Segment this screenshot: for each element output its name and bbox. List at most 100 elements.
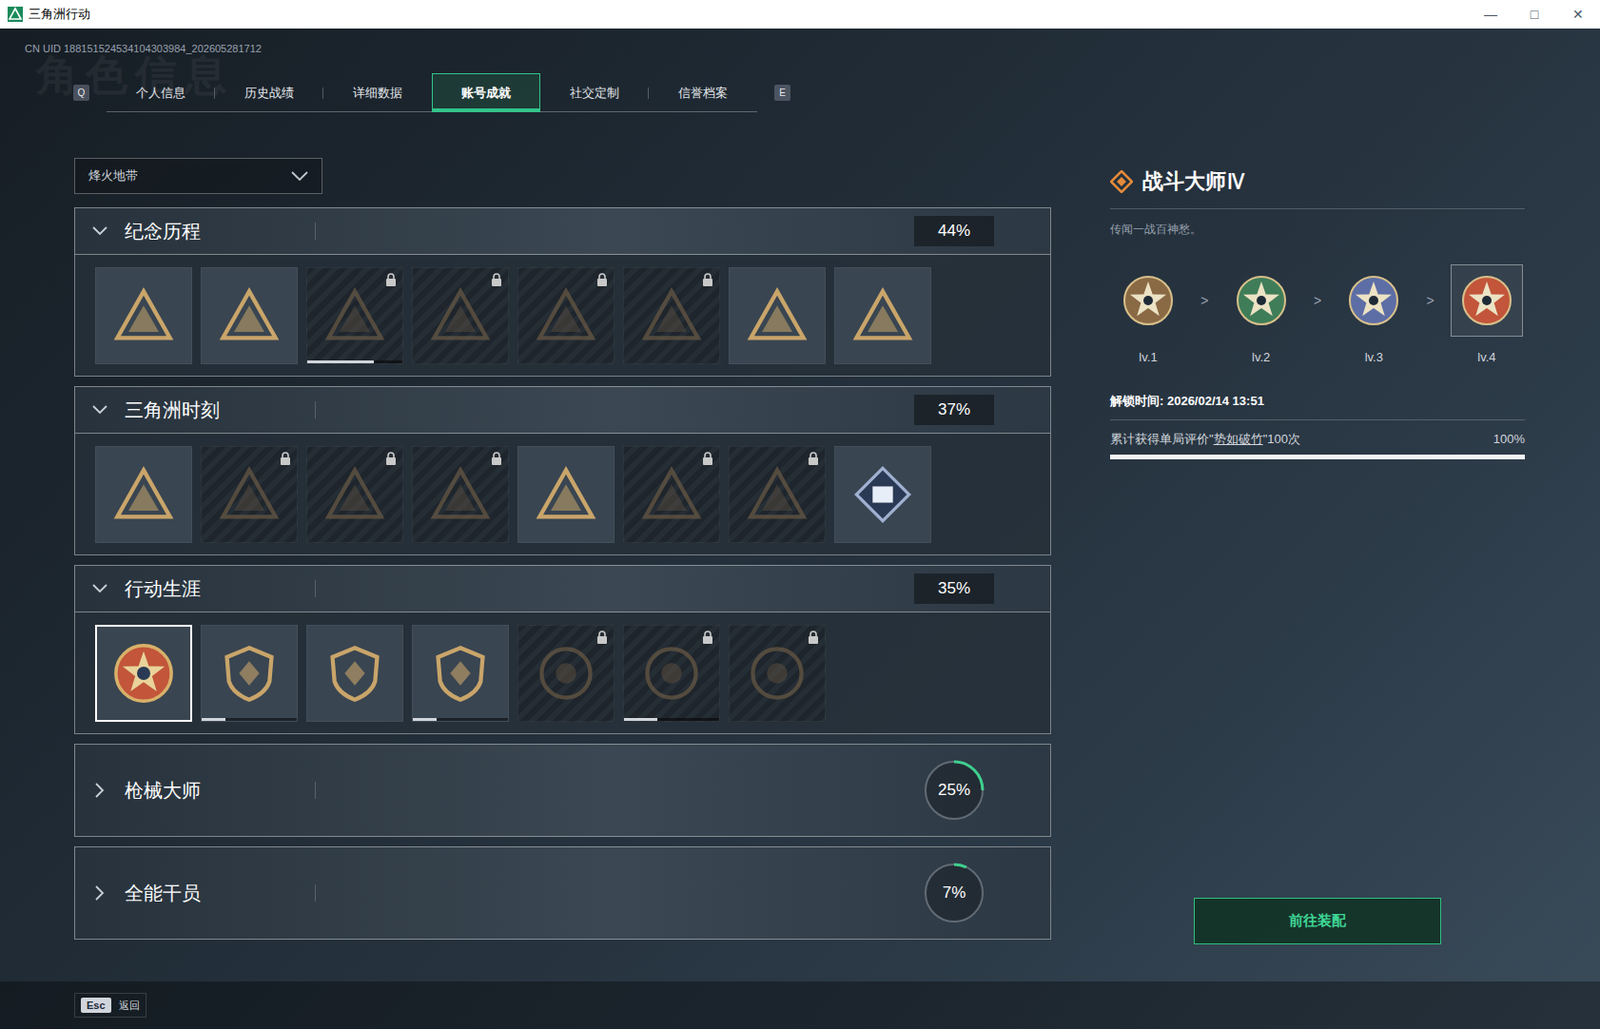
section-title: 枪械大师 xyxy=(124,776,315,805)
detail-title: 战斗大师Ⅳ xyxy=(1142,165,1248,197)
badge-tile[interactable] xyxy=(623,267,721,365)
tab[interactable]: 信誉档案 xyxy=(648,73,758,113)
badge-tile[interactable] xyxy=(411,624,509,722)
badge-progress-track xyxy=(624,718,720,722)
section-title: 纪念历程 xyxy=(124,216,315,246)
mode-dropdown[interactable]: 烽火地带 xyxy=(74,157,323,195)
tab[interactable]: 历史战绩 xyxy=(214,73,324,113)
badge-tile[interactable] xyxy=(517,267,615,365)
badge-tile[interactable] xyxy=(95,624,193,722)
achievement-section: 全能干员 7% xyxy=(74,846,1052,940)
section-header[interactable]: 枪械大师 25% xyxy=(74,743,1052,838)
header-divider xyxy=(314,401,316,419)
badge-tile[interactable] xyxy=(411,267,509,365)
level-item[interactable]: lv.1 xyxy=(1110,264,1187,368)
section-header[interactable]: 纪念历程44% xyxy=(74,207,1052,255)
achievement-section: 三角洲时刻37% xyxy=(74,386,1052,556)
badge-tile[interactable] xyxy=(411,446,509,544)
equip-button[interactable]: 前往装配 xyxy=(1193,897,1442,945)
tab-list: 个人信息 历史战绩 详细数据账号成就 社交定制 信誉档案 xyxy=(106,73,758,113)
badge-tile[interactable] xyxy=(623,446,721,544)
badge-progress-fill xyxy=(307,360,374,364)
key-hint[interactable]: Q xyxy=(73,84,90,101)
section-header[interactable]: 行动生涯35% xyxy=(74,565,1052,613)
section-percent: 7% xyxy=(942,880,967,906)
footer-bar: Esc返回 xyxy=(0,981,1600,1029)
badge-emblem-icon xyxy=(641,643,703,704)
section-header[interactable]: 三角洲时刻37% xyxy=(74,386,1052,434)
chevron-right-icon xyxy=(92,782,108,799)
badge-emblem-icon xyxy=(218,285,280,347)
tab[interactable]: 社交定制 xyxy=(540,73,649,113)
badge-emblem-icon xyxy=(746,285,808,347)
lock-icon xyxy=(490,273,503,287)
badge-tile[interactable] xyxy=(728,446,826,544)
lock-icon xyxy=(702,451,714,466)
tab[interactable]: 账号成就 xyxy=(431,73,541,113)
badge-tile[interactable] xyxy=(834,446,932,544)
section-header[interactable]: 全能干员 7% xyxy=(74,846,1052,940)
badge-tile[interactable] xyxy=(623,624,721,722)
tab[interactable]: 详细数据 xyxy=(323,73,432,113)
tab-divider xyxy=(647,87,649,99)
badge-tile[interactable] xyxy=(200,624,298,722)
condition-suffix: "100次 xyxy=(1263,431,1301,447)
medal-icon xyxy=(1119,272,1177,330)
lock-icon xyxy=(596,630,608,644)
badge-tile[interactable] xyxy=(306,446,404,544)
badge-tile[interactable] xyxy=(200,267,298,365)
tab-label: 社交定制 xyxy=(569,83,620,103)
level-medal-box xyxy=(1450,264,1523,337)
section-title: 行动生涯 xyxy=(124,574,315,604)
badge-emblem-icon xyxy=(113,464,175,526)
medal-icon xyxy=(1458,272,1516,330)
level-item[interactable]: lv.3 xyxy=(1335,264,1412,368)
badge-progress-track xyxy=(307,360,403,364)
condition-highlight[interactable]: 势如破竹 xyxy=(1213,431,1264,447)
chevron-down-icon xyxy=(291,171,309,181)
medal-icon xyxy=(1232,272,1290,330)
badge-tile[interactable] xyxy=(728,624,826,722)
badge-emblem-icon xyxy=(429,464,491,526)
badge-tile[interactable] xyxy=(517,624,615,722)
tab-label: 历史战绩 xyxy=(244,83,294,103)
key-hint[interactable]: E xyxy=(774,84,791,101)
level-arrow: > xyxy=(1426,291,1435,312)
window-control[interactable]: — xyxy=(1468,4,1513,25)
badge-emblem-icon xyxy=(429,285,491,347)
tab-underline xyxy=(432,108,540,112)
achievement-section: 枪械大师 25% xyxy=(74,743,1052,838)
badge-emblem-icon xyxy=(535,464,597,526)
level-medal-box xyxy=(1225,264,1298,337)
tab[interactable]: 个人信息 xyxy=(106,73,215,113)
section-title: 全能干员 xyxy=(124,878,315,908)
badge-tile[interactable] xyxy=(306,624,404,722)
badge-tile[interactable] xyxy=(728,267,826,365)
lock-icon xyxy=(279,451,292,466)
badge-tile[interactable] xyxy=(95,446,193,544)
tab-label: 个人信息 xyxy=(136,83,186,103)
badge-tile[interactable] xyxy=(517,446,615,544)
header-divider xyxy=(314,580,316,598)
badge-tile[interactable] xyxy=(834,267,932,365)
achievement-list: 烽火地带纪念历程44% 三角洲时刻37% 行动生涯35% 枪械大师 25% 全能干员 7% xyxy=(74,157,1052,982)
level-item[interactable]: lv.4 xyxy=(1448,264,1525,368)
badge-emblem-icon xyxy=(535,643,597,704)
level-item[interactable]: lv.2 xyxy=(1223,264,1300,368)
badge-tile[interactable] xyxy=(95,267,193,365)
back-button[interactable]: Esc返回 xyxy=(74,993,147,1019)
badge-tile[interactable] xyxy=(306,267,404,365)
lock-icon xyxy=(807,451,820,466)
badge-emblem-icon xyxy=(641,464,703,526)
level-arrow: > xyxy=(1200,291,1209,312)
lock-icon xyxy=(807,630,820,644)
chevron-down-icon xyxy=(92,226,108,236)
progress-ring: 25% xyxy=(923,760,985,821)
condition-text: 累计获得单局评价"势如破竹"100次 xyxy=(1110,429,1301,449)
window-control[interactable]: ✕ xyxy=(1556,4,1600,25)
badge-emblem-icon xyxy=(218,643,280,704)
window-control[interactable]: □ xyxy=(1512,4,1557,25)
header-divider xyxy=(314,222,316,240)
badge-emblem-icon xyxy=(324,464,386,526)
badge-tile[interactable] xyxy=(200,446,298,544)
